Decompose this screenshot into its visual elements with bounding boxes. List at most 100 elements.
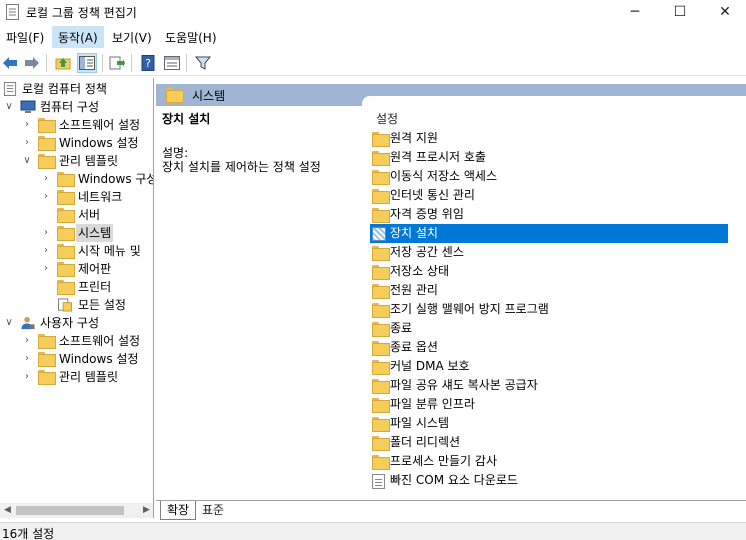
maximize-button[interactable]: ☐ (657, 0, 703, 24)
tree-label: 시스템 (76, 224, 114, 242)
folder-icon (57, 190, 75, 205)
close-button[interactable]: ✕ (702, 0, 746, 24)
list-item[interactable]: 조기 실행 맬웨어 방지 프로그램 (370, 300, 728, 319)
tree-item-system[interactable]: › 시스템 (0, 224, 153, 242)
tree-item-printers[interactable]: 프린터 (0, 278, 153, 296)
folder-icon (372, 303, 390, 318)
tree-item-user-config[interactable]: ∨ 사용자 구성 (0, 314, 153, 332)
chevron-down-icon[interactable]: ∨ (3, 314, 15, 332)
chevron-right-icon[interactable]: › (40, 260, 52, 278)
folder-icon (372, 436, 390, 451)
folder-icon (38, 334, 56, 349)
scroll-thumb[interactable] (16, 506, 124, 515)
menu-file[interactable]: 파일(F) (6, 29, 44, 46)
chevron-down-icon[interactable]: ∨ (3, 98, 15, 116)
list-item[interactable]: 이동식 저장소 액세스 (370, 167, 728, 186)
list-item[interactable]: 자격 증명 위임 (370, 205, 728, 224)
chevron-right-icon[interactable]: › (21, 368, 33, 386)
scroll-left-icon[interactable]: ◀ (0, 503, 15, 518)
folder-icon (372, 379, 390, 394)
tree-label: Windows 설정 (59, 136, 139, 150)
tree-item-all-settings[interactable]: 모든 설정 (0, 296, 153, 314)
folder-icon (57, 172, 75, 187)
list-item[interactable]: 커널 DMA 보호 (370, 357, 728, 376)
list-item[interactable]: 파일 시스템 (370, 414, 728, 433)
chevron-right-icon[interactable]: › (40, 170, 52, 188)
toolbar: ? (0, 50, 746, 76)
tree-horizontal-scrollbar[interactable]: ◀ ▶ (0, 503, 153, 518)
show-hide-tree-icon[interactable] (77, 53, 97, 73)
list-item[interactable]: 원격 프로시저 호출 (370, 148, 728, 167)
folder-icon (372, 132, 390, 147)
chevron-right-icon[interactable]: › (21, 332, 33, 350)
list-item-selected[interactable]: 장치 설치 (370, 224, 728, 243)
up-folder-icon[interactable] (53, 53, 73, 73)
folder-icon (38, 352, 56, 367)
tab-standard[interactable]: 표준 (196, 501, 230, 520)
tree-item-start-menu[interactable]: › 시작 메뉴 및 (0, 242, 153, 260)
chevron-right-icon[interactable]: › (21, 350, 33, 368)
list-item[interactable]: 빠진 COM 요소 다운로드 (370, 471, 728, 490)
help-icon[interactable]: ? (138, 53, 158, 73)
tree-label: 시작 메뉴 및 (78, 244, 141, 258)
list-item[interactable]: 파일 분류 인프라 (370, 395, 728, 414)
forward-arrow-icon[interactable] (22, 53, 42, 73)
list-item[interactable]: 원격 지원 (370, 129, 728, 148)
list-item[interactable]: 전원 관리 (370, 281, 728, 300)
folder-icon (372, 322, 390, 337)
list-item[interactable]: 폴더 리디렉션 (370, 433, 728, 452)
tree-item-software-settings[interactable]: › 소프트웨어 설정 (0, 116, 153, 134)
list-item[interactable]: 종료 (370, 319, 728, 338)
list-item[interactable]: 저장소 상태 (370, 262, 728, 281)
folder-icon (372, 455, 390, 470)
chevron-right-icon[interactable]: › (21, 116, 33, 134)
folder-icon (372, 341, 390, 356)
tree-item-server[interactable]: 서버 (0, 206, 153, 224)
tree-label: 로컬 컴퓨터 정책 (22, 82, 107, 96)
filter-icon[interactable] (193, 53, 213, 73)
folder-icon (57, 244, 75, 259)
tab-extended[interactable]: 확장 (160, 501, 197, 520)
tree-item-user-software-settings[interactable]: › 소프트웨어 설정 (0, 332, 153, 350)
chevron-right-icon[interactable]: › (40, 188, 52, 206)
folder-icon (57, 262, 75, 277)
menu-action[interactable]: 동작(A) (52, 26, 104, 48)
tree-label: 네트워크 (78, 190, 123, 204)
tree-item-root[interactable]: 로컬 컴퓨터 정책 (0, 80, 153, 98)
tree-item-admin-templates[interactable]: ∨ 관리 템플릿 (0, 152, 153, 170)
policy-document-icon (3, 82, 17, 96)
details-header-title: 시스템 (192, 89, 226, 103)
tree-label: Windows 설정 (59, 352, 139, 366)
tree-item-control-panel[interactable]: › 제어판 (0, 260, 153, 278)
folder-icon (372, 284, 390, 299)
menu-help[interactable]: 도움말(H) (165, 29, 217, 46)
description-text: 장치 설치를 제어하는 정책 설정 (162, 160, 321, 174)
export-list-icon[interactable] (107, 53, 127, 73)
tree-item-windows-components[interactable]: › Windows 구성 (0, 170, 153, 188)
list-item[interactable]: 종료 옵션 (370, 338, 728, 357)
chevron-right-icon[interactable]: › (21, 134, 33, 152)
folder-icon (38, 154, 56, 169)
tree-label: 관리 템플릿 (59, 154, 119, 168)
chevron-right-icon[interactable]: › (40, 242, 52, 260)
list-item[interactable]: 파일 공유 섀도 복사본 공급자 (370, 376, 728, 395)
tree-item-user-windows-settings[interactable]: › Windows 설정 (0, 350, 153, 368)
list-item[interactable]: 저장 공간 센스 (370, 243, 728, 262)
svg-text:?: ? (145, 57, 151, 70)
list-column-header[interactable]: 설정 (376, 110, 398, 127)
back-arrow-icon[interactable] (0, 53, 20, 73)
tree-label: 컴퓨터 구성 (40, 100, 100, 114)
tree-item-windows-settings[interactable]: › Windows 설정 (0, 134, 153, 152)
chevron-right-icon[interactable]: › (40, 224, 52, 242)
all-settings-icon (58, 298, 72, 312)
menu-view[interactable]: 보기(V) (112, 29, 152, 46)
tree-item-network[interactable]: › 네트워크 (0, 188, 153, 206)
tree-item-user-admin-templates[interactable]: › 관리 템플릿 (0, 368, 153, 386)
list-item[interactable]: 인터넷 통신 관리 (370, 186, 728, 205)
properties-icon[interactable] (162, 53, 182, 73)
scroll-right-icon[interactable]: ▶ (139, 503, 153, 518)
minimize-button[interactable]: ─ (612, 0, 658, 24)
chevron-down-icon[interactable]: ∨ (21, 152, 33, 170)
list-item[interactable]: 프로세스 만들기 감사 (370, 452, 728, 471)
tree-item-computer-config[interactable]: ∨ 컴퓨터 구성 (0, 98, 153, 116)
